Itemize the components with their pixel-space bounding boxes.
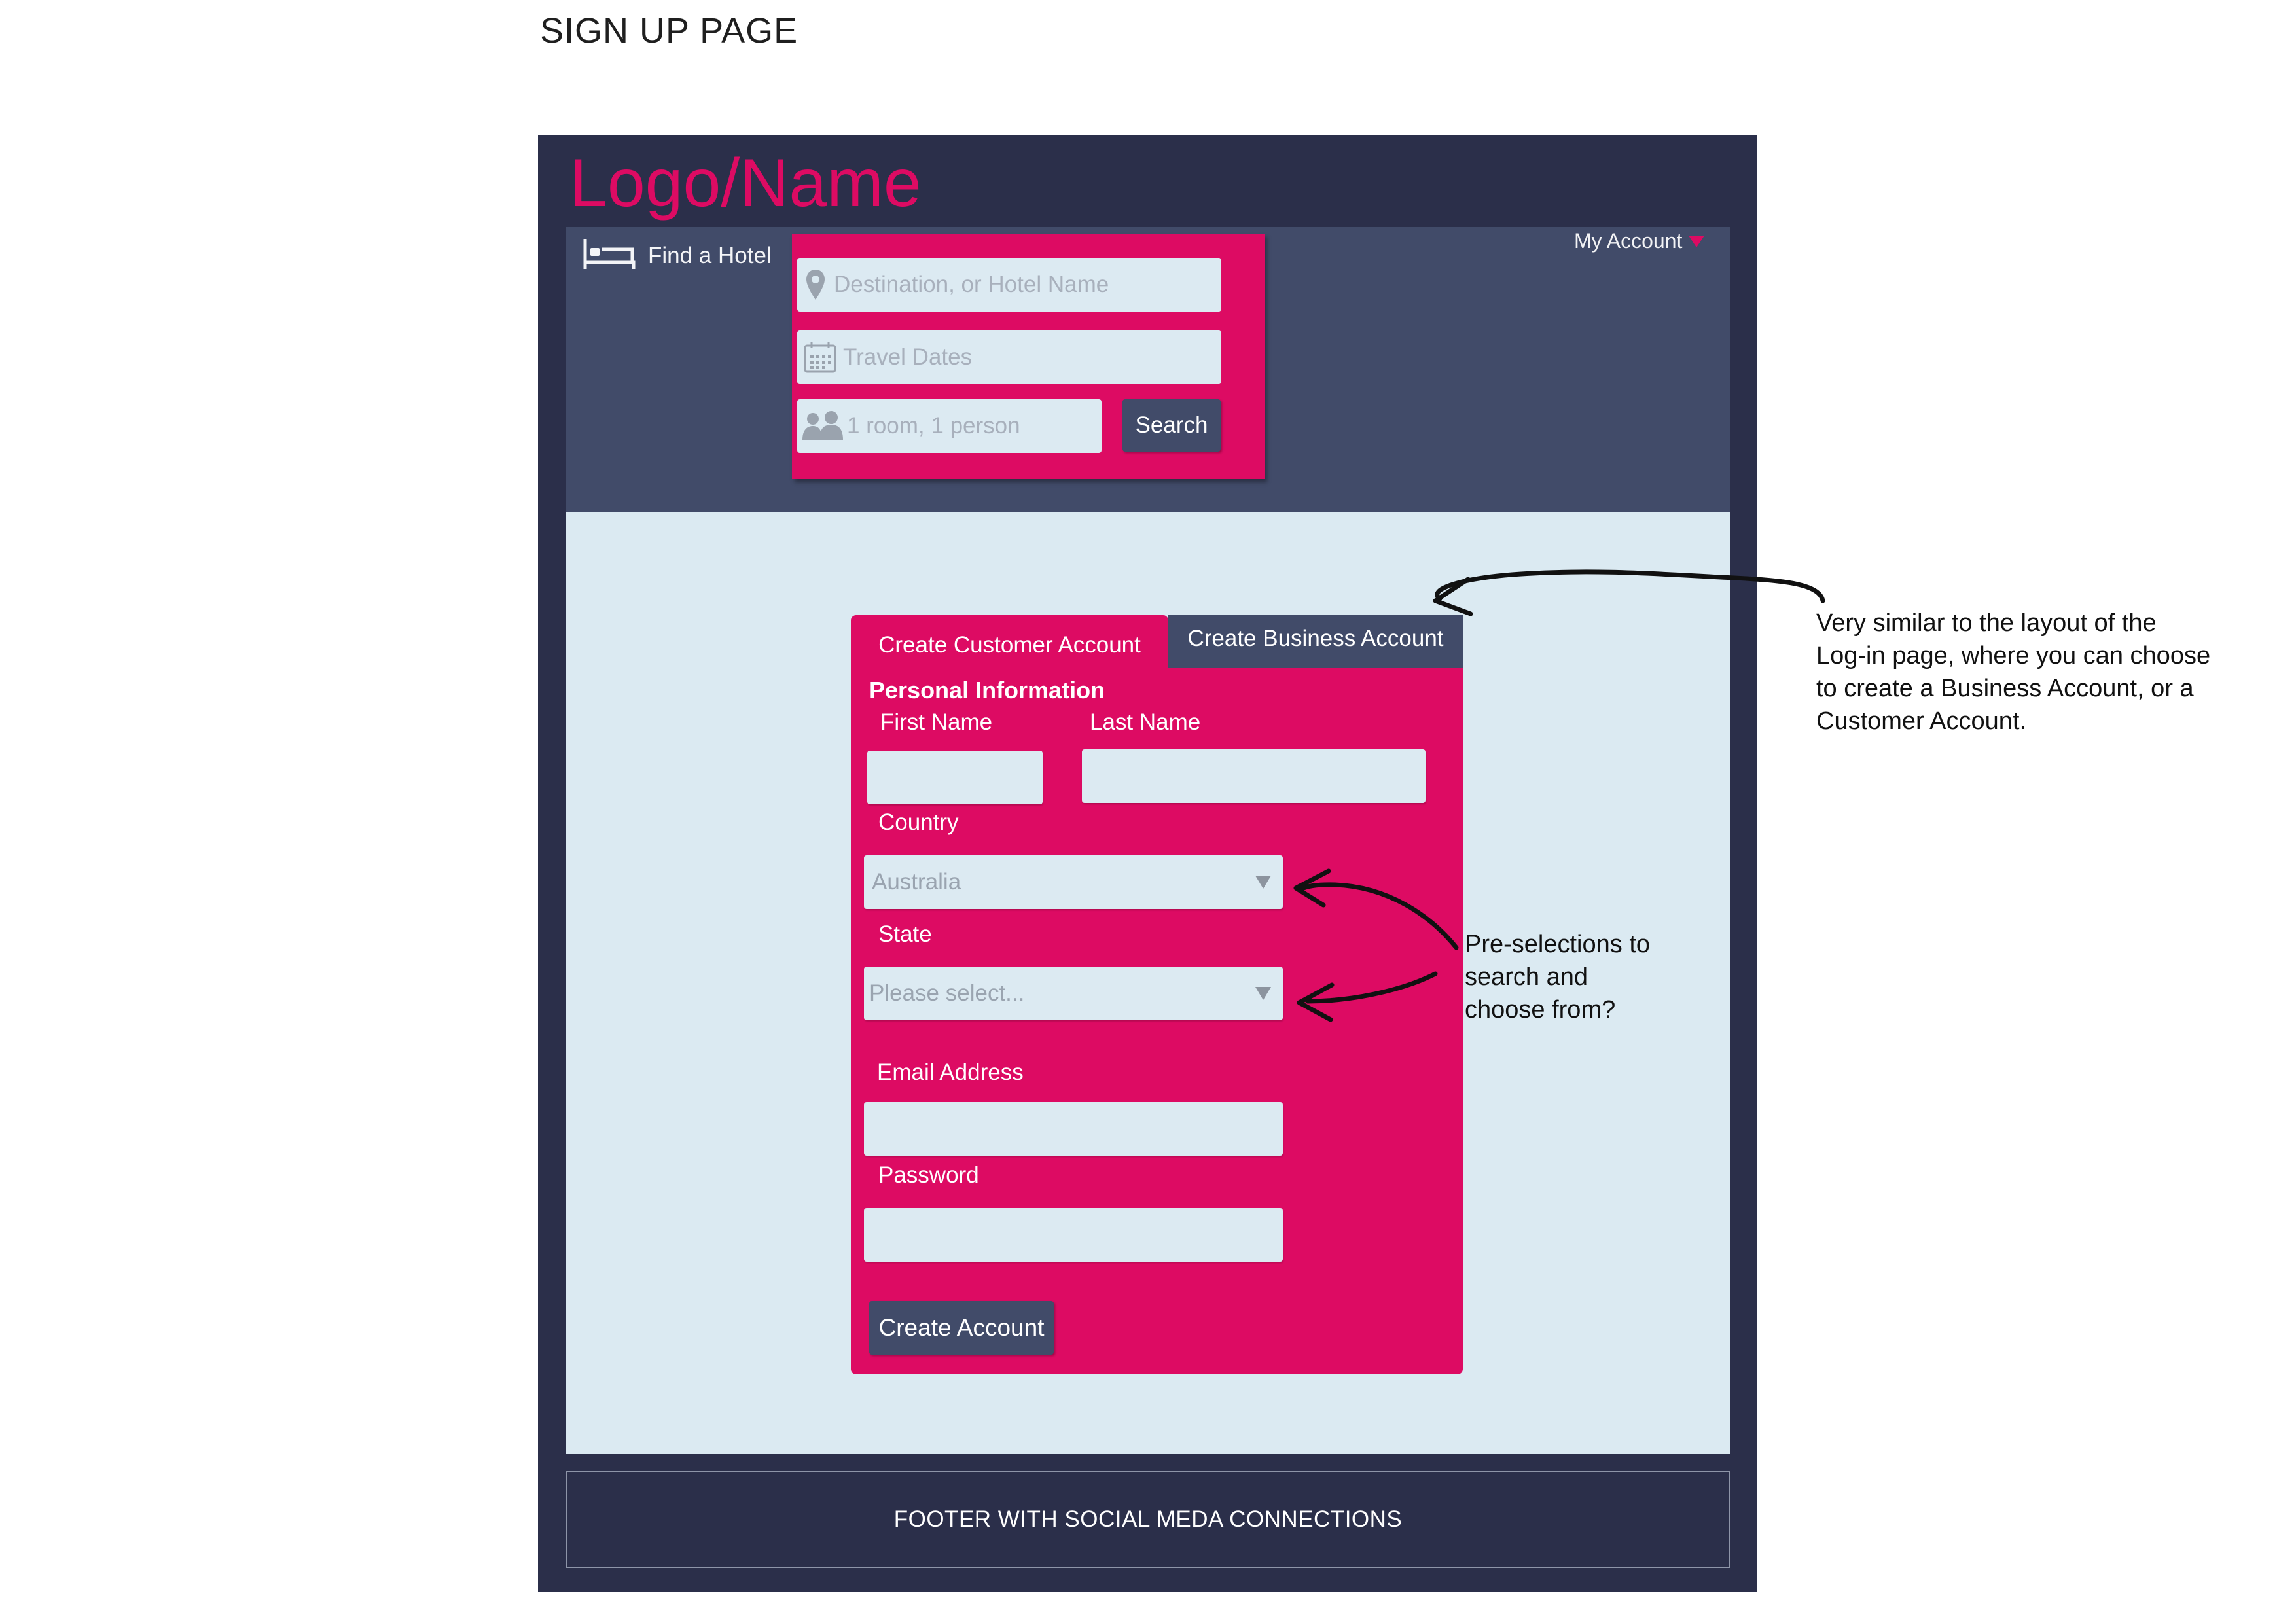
email-label: Email Address <box>877 1060 1024 1085</box>
destination-input[interactable]: Destination, or Hotel Name <box>797 258 1221 312</box>
country-label: Country <box>878 810 959 835</box>
hotel-search-panel: Destination, or Hotel Name Travel Dates <box>792 234 1265 479</box>
footer-text: FOOTER WITH SOCIAL MEDA CONNECTIONS <box>893 1507 1403 1532</box>
calendar-icon <box>802 340 838 374</box>
last-name-label: Last Name <box>1090 709 1201 735</box>
travel-dates-input[interactable]: Travel Dates <box>797 330 1221 384</box>
tab-create-customer-account[interactable]: Create Customer Account <box>851 615 1168 669</box>
note-line: Log-in page, where you can choose <box>1816 642 2211 669</box>
password-field[interactable] <box>864 1208 1283 1262</box>
note-line: to create a Business Account, or a <box>1816 675 2194 702</box>
caret-down-icon <box>1689 235 1705 247</box>
state-placeholder: Please select... <box>869 980 1025 1006</box>
page-heading: SIGN UP PAGE <box>540 11 798 50</box>
tabs-annotation-note: Very similar to the layout of the Log-in… <box>1816 607 2210 738</box>
signup-form: Personal Information First Name Last Nam… <box>851 668 1463 1374</box>
search-button[interactable]: Search <box>1122 399 1221 452</box>
state-select[interactable]: Please select... <box>864 967 1283 1020</box>
note-line: Customer Account. <box>1816 707 2027 735</box>
country-value: Australia <box>872 869 961 895</box>
first-name-label: First Name <box>880 709 993 735</box>
footer: FOOTER WITH SOCIAL MEDA CONNECTIONS <box>566 1471 1730 1568</box>
destination-placeholder: Destination, or Hotel Name <box>834 272 1109 297</box>
triangle-down-icon <box>1255 987 1271 1000</box>
travel-dates-placeholder: Travel Dates <box>843 344 973 370</box>
tab-create-business-account[interactable]: Create Business Account <box>1168 615 1463 669</box>
triangle-down-icon <box>1255 876 1271 889</box>
note-line: search and <box>1465 963 1588 991</box>
country-select[interactable]: Australia <box>864 855 1283 909</box>
find-hotel-link[interactable]: Find a Hotel <box>583 236 772 276</box>
find-hotel-label: Find a Hotel <box>648 243 772 268</box>
first-name-field[interactable] <box>867 751 1043 804</box>
section-title: Personal Information <box>869 677 1105 704</box>
guests-placeholder: 1 room, 1 person <box>847 413 1020 438</box>
note-line: Very similar to the layout of the <box>1816 609 2157 637</box>
guests-input[interactable]: 1 room, 1 person <box>797 399 1102 453</box>
people-icon <box>801 410 844 442</box>
logo[interactable]: Logo/Name <box>569 149 922 217</box>
create-account-button[interactable]: Create Account <box>869 1301 1054 1355</box>
note-line: choose from? <box>1465 996 1616 1024</box>
email-field[interactable] <box>864 1102 1283 1156</box>
selects-annotation-note: Pre-selections to search and choose from… <box>1465 928 1650 1026</box>
last-name-field[interactable] <box>1082 749 1426 803</box>
note-line: Pre-selections to <box>1465 931 1651 958</box>
password-label: Password <box>878 1162 979 1188</box>
state-label: State <box>878 921 932 947</box>
my-account-label: My Account <box>1574 229 1683 253</box>
my-account-menu[interactable]: My Account <box>1574 229 1705 253</box>
location-pin-icon <box>805 268 826 301</box>
bed-icon <box>583 236 636 276</box>
